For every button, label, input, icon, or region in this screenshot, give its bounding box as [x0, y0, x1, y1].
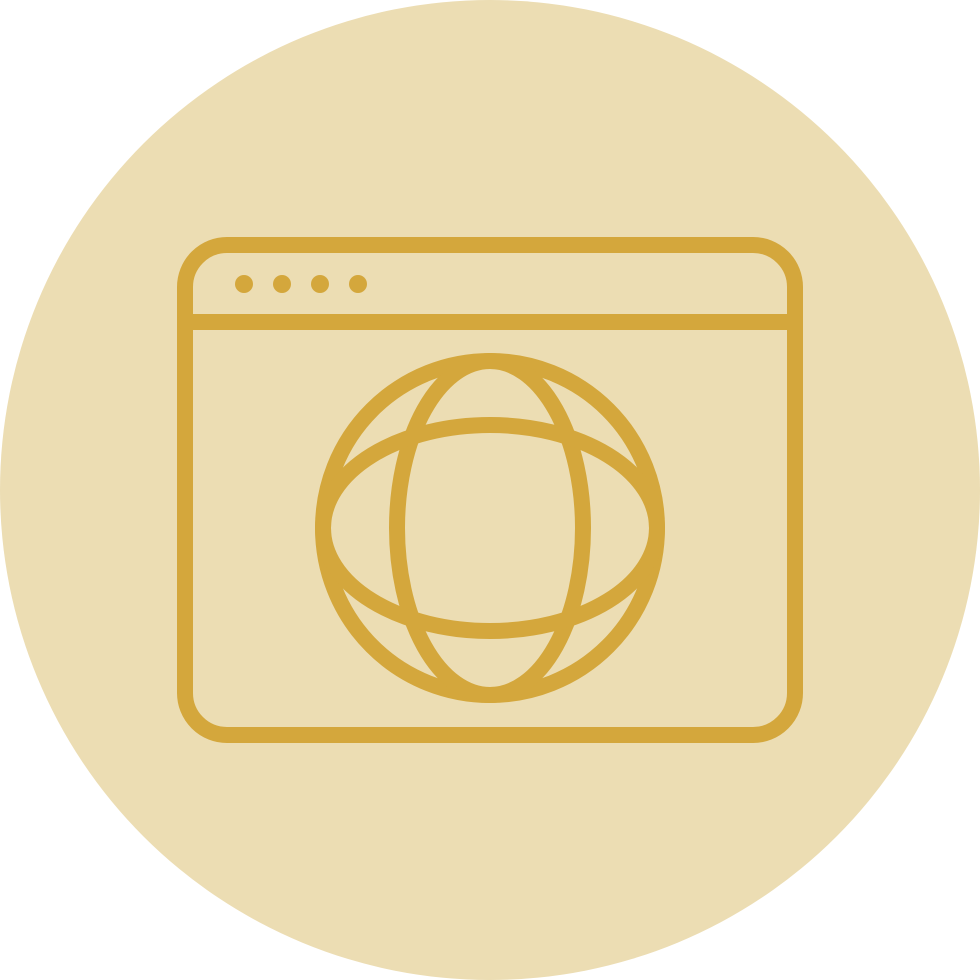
- window-dot-icon: [273, 275, 291, 293]
- icon-canvas: [0, 0, 980, 980]
- window-dot-icon: [235, 275, 253, 293]
- browser-globe-icon: [0, 0, 980, 980]
- window-dot-icon: [311, 275, 329, 293]
- window-dot-icon: [349, 275, 367, 293]
- background-circle: [0, 0, 980, 980]
